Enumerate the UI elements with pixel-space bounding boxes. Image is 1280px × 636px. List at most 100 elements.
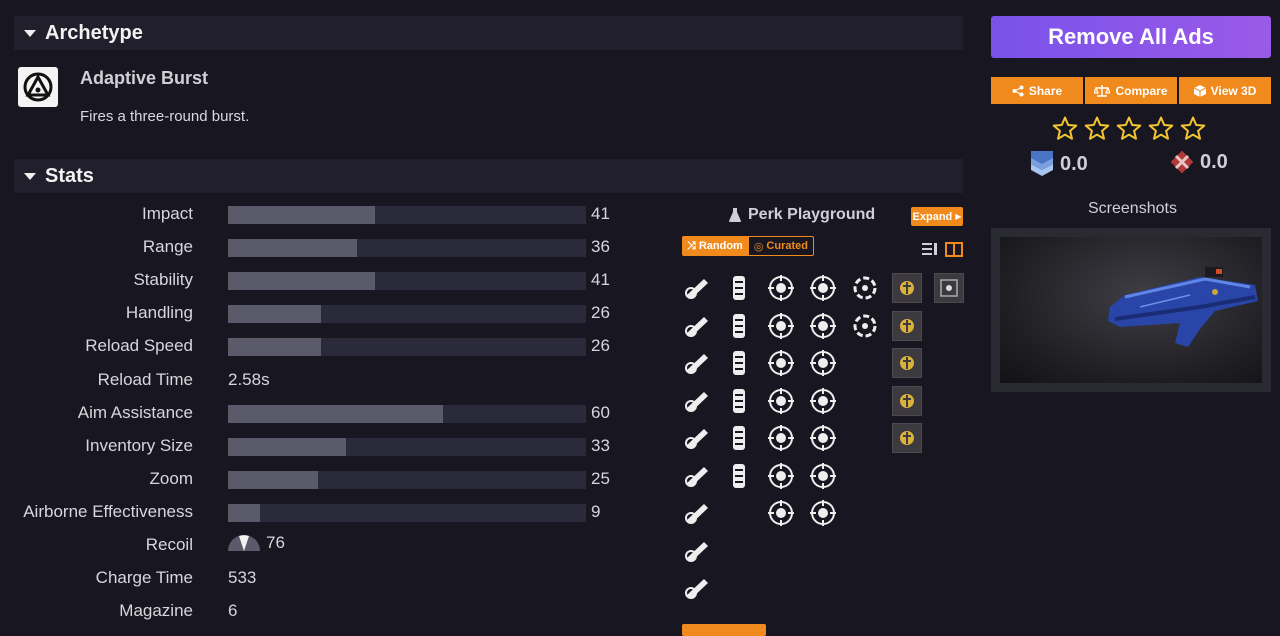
trait-perk-icon[interactable] (808, 461, 838, 491)
share-button[interactable]: Share (991, 77, 1083, 104)
trait-perk-icon[interactable] (766, 273, 796, 303)
stat-bar-fill (228, 272, 375, 291)
expand-button[interactable]: Expand ▶ (911, 207, 963, 226)
remove-ads-button[interactable]: Remove All Ads (991, 16, 1271, 58)
barrel-perk-icon[interactable] (682, 461, 712, 491)
magazine-perk-icon[interactable] (724, 461, 754, 491)
share-label: Share (1028, 83, 1063, 98)
barrel-perk-icon[interactable] (682, 498, 712, 528)
archetype-name: Adaptive Burst (80, 68, 209, 88)
star-icon[interactable] (1116, 116, 1142, 146)
view-3d-button[interactable]: View 3D (1179, 77, 1271, 104)
weapon-screenshot-image (1000, 237, 1262, 383)
star-icon[interactable] (1180, 116, 1206, 146)
stat-value: 9 (591, 501, 601, 521)
stat-bar (228, 305, 586, 324)
origin-perk-icon[interactable] (850, 311, 880, 341)
barrel-perk-icon[interactable] (682, 311, 712, 341)
stat-bar-fill (228, 470, 318, 489)
cube-icon (1193, 84, 1206, 97)
random-toggle-button[interactable]: ⤨ Random (682, 236, 748, 256)
trait-perk-icon[interactable] (808, 273, 838, 303)
stat-label: Impact (141, 204, 193, 223)
stat-value: 60 (591, 402, 610, 422)
mod-slot-icon[interactable] (934, 273, 964, 303)
star-rating[interactable] (1052, 116, 1206, 146)
star-icon[interactable] (1084, 116, 1110, 146)
share-icon (1012, 85, 1024, 96)
barrel-perk-icon[interactable] (682, 273, 712, 303)
compare-label: Compare (1115, 83, 1168, 98)
barrel-perk-icon[interactable] (682, 348, 712, 378)
masterwork-icon[interactable] (892, 310, 922, 341)
perk-action-button[interactable] (682, 624, 766, 636)
stats-section-header[interactable]: Stats (14, 159, 963, 193)
stat-value: 6 (228, 601, 238, 621)
collapse-caret-icon (24, 172, 36, 180)
trait-perk-icon[interactable] (808, 348, 838, 378)
trait-perk-icon[interactable] (766, 461, 796, 491)
stat-bar (228, 404, 586, 423)
origin-perk-icon[interactable] (850, 273, 880, 303)
magazine-perk-icon[interactable] (724, 273, 754, 303)
trait-perk-icon[interactable] (808, 498, 838, 528)
stat-row: Range 36 (0, 235, 640, 261)
barrel-perk-icon[interactable] (682, 423, 712, 453)
stat-row: Charge Time 533 (0, 566, 640, 592)
star-icon[interactable] (1052, 116, 1078, 146)
random-label: Random (698, 240, 743, 252)
perk-mode-toggle: ⤨ Random ◎ Curated (682, 236, 814, 256)
stat-value: 41 (591, 204, 610, 223)
masterwork-icon[interactable] (892, 423, 922, 453)
stat-row: Zoom 25 (0, 467, 640, 493)
masterwork-icon[interactable] (892, 385, 922, 416)
stat-value: 36 (591, 237, 610, 257)
barrel-perk-icon[interactable] (682, 536, 712, 566)
archetype-icon (18, 67, 58, 107)
archetype-section-header[interactable]: Archetype (14, 16, 963, 50)
curated-toggle-button[interactable]: ◎ Curated (747, 236, 814, 256)
stat-row: Stability 41 (0, 268, 640, 294)
shuffle-icon: ⤨ (687, 239, 696, 252)
trait-perk-icon[interactable] (766, 348, 796, 378)
trait-perk-icon[interactable] (808, 311, 838, 341)
stat-label: Zoom (149, 468, 193, 488)
barrel-perk-icon[interactable] (682, 573, 712, 603)
trait-perk-icon[interactable] (808, 386, 838, 416)
trait-perk-icon[interactable] (766, 498, 796, 528)
trait-perk-icon[interactable] (766, 423, 796, 453)
grid-view-icon[interactable] (945, 242, 963, 262)
stat-label: Stability (133, 270, 193, 290)
target-icon: ◎ (753, 240, 764, 253)
stat-row: Reload Time 2.58s (0, 368, 640, 394)
compare-button[interactable]: Compare (1085, 77, 1177, 104)
stat-label: Inventory Size (85, 435, 193, 455)
stat-bar-fill (228, 305, 322, 324)
caret-right-icon: ▶ (955, 212, 962, 221)
stat-bar (228, 206, 586, 224)
pve-score: 0.0 (1060, 152, 1088, 175)
stat-label: Reload Time (97, 369, 193, 389)
stat-row: Magazine 6 (0, 599, 640, 625)
magazine-perk-icon[interactable] (724, 311, 754, 341)
stat-bar (228, 437, 586, 456)
trait-perk-icon[interactable] (808, 423, 838, 453)
stat-label: Airborne Effectiveness (23, 501, 193, 521)
stat-value: 41 (591, 270, 610, 290)
masterwork-icon[interactable] (892, 348, 922, 378)
barrel-perk-icon[interactable] (682, 386, 712, 416)
magazine-perk-icon[interactable] (724, 386, 754, 416)
masterwork-icon[interactable] (892, 273, 922, 303)
magazine-perk-icon[interactable] (724, 348, 754, 378)
perk-playground-title: Perk Playground (728, 206, 875, 224)
stat-row: Impact 41 (0, 202, 640, 228)
trait-perk-icon[interactable] (766, 386, 796, 416)
stat-value: 26 (591, 336, 610, 356)
trait-perk-icon[interactable] (766, 311, 796, 341)
screenshot-thumbnail[interactable] (991, 228, 1271, 392)
star-icon[interactable] (1148, 116, 1174, 146)
pve-chevron-icon (1031, 151, 1053, 176)
stat-value: 2.58s (228, 369, 270, 389)
magazine-perk-icon[interactable] (724, 423, 754, 453)
list-view-icon[interactable] (922, 242, 938, 261)
